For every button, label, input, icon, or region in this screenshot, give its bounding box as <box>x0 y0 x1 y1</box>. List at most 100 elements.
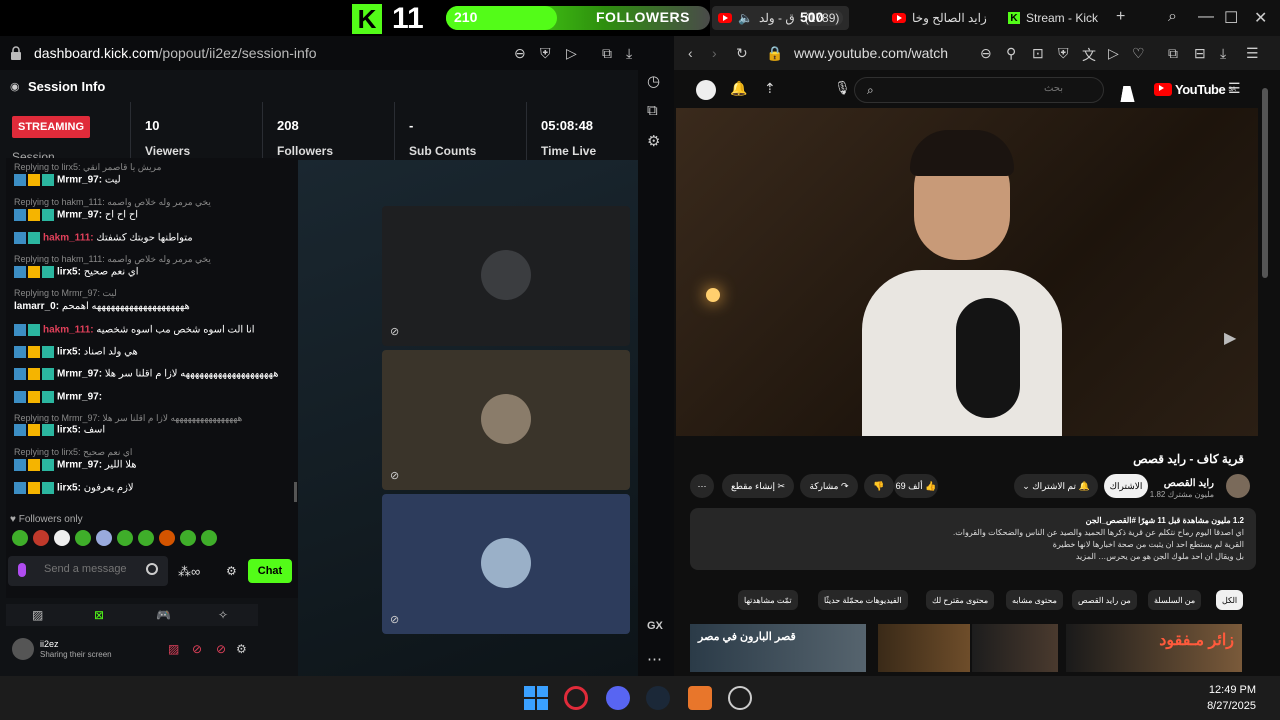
chat-username[interactable]: lirx5: <box>57 425 81 436</box>
like-button[interactable]: 69 ألف 👍 <box>894 474 938 498</box>
maximize-icon[interactable]: ☐ <box>1224 8 1238 28</box>
more-actions-button[interactable]: ⋯ <box>690 474 714 498</box>
video-description[interactable]: 1.2 مليون مشاهدة قبل 11 شهرًا #القصص_الج… <box>690 508 1256 570</box>
voice-search-icon[interactable]: 🎙 <box>834 80 851 96</box>
emote-icon[interactable] <box>54 530 70 546</box>
chat-tools-icon[interactable]: ⁂∞ <box>178 564 200 580</box>
gamepad-icon[interactable]: 🎮 <box>156 608 171 622</box>
chat-username[interactable]: hakm_111: <box>43 325 94 336</box>
emote-icon[interactable] <box>201 530 217 546</box>
extensions-icon[interactable]: ⧉ <box>1168 45 1178 62</box>
snapshot-icon[interactable]: ⊡ <box>1032 45 1044 62</box>
download-icon[interactable]: ⤓ <box>626 45 632 62</box>
heart-icon[interactable]: ♡ <box>1132 45 1145 62</box>
history-icon[interactable]: ◷ <box>647 72 660 90</box>
camera-muted-icon[interactable]: ▨ <box>168 642 179 656</box>
share-button[interactable]: مشاركة ↷ <box>800 474 858 498</box>
zoom-icon[interactable]: ⊖ <box>980 45 992 62</box>
chat-username[interactable]: hakm_111: <box>43 233 94 244</box>
mic-icon[interactable] <box>18 563 26 577</box>
guest-tile[interactable]: ⊘ <box>382 494 630 634</box>
channel-name[interactable]: رايد القصص <box>1164 478 1214 489</box>
extensions-icon[interactable]: ⧉ <box>647 102 658 119</box>
zoom-icon[interactable]: ⊖ <box>514 45 526 62</box>
emote-icon[interactable] <box>75 530 91 546</box>
search-input[interactable] <box>893 83 1063 94</box>
start-icon[interactable] <box>524 686 548 710</box>
notifications-icon[interactable]: 🔔 <box>730 80 747 97</box>
youtube-search[interactable]: ⌕ <box>854 77 1104 103</box>
mic-muted-icon[interactable]: ⊘ <box>192 642 202 656</box>
discord-icon[interactable] <box>606 686 630 710</box>
chat-username[interactable]: Mrmr_97: <box>57 175 102 186</box>
chip-all[interactable]: الكل <box>1216 590 1244 610</box>
chat-message-box[interactable] <box>8 556 168 586</box>
emote-icon[interactable] <box>96 530 112 546</box>
browser-tab-youtube-active[interactable]: 🔈 ق - ولد (1789) <box>712 6 850 30</box>
video-player[interactable]: ▶ <box>676 108 1258 436</box>
download-icon[interactable]: ⤓ <box>1220 45 1226 62</box>
forward-icon[interactable]: › <box>712 45 717 61</box>
more-icon[interactable]: ⋯ <box>647 650 662 668</box>
emote-icon[interactable] <box>138 530 154 546</box>
obs-icon[interactable] <box>728 686 752 710</box>
chat-message-input[interactable] <box>44 563 144 575</box>
chat-send-button[interactable]: Chat <box>248 559 292 583</box>
address-bar[interactable]: ‹ › ↻ 🔒 www.youtube.com/watch ⊖ ⚲ ⊡ ⛨ 文 … <box>674 36 1280 70</box>
extensions-icon[interactable]: ⧉ <box>602 45 612 62</box>
back-icon[interactable]: ‹ <box>688 45 693 61</box>
channel-avatar[interactable] <box>1226 474 1250 498</box>
video-thumbnail[interactable] <box>878 624 970 672</box>
wallet-icon[interactable]: ⊟ <box>1194 45 1206 62</box>
chat-scrollbar[interactable] <box>294 482 297 502</box>
chip-recommended[interactable]: محتوى مقترح لك <box>926 590 995 610</box>
close-icon[interactable]: ✕ <box>1254 8 1267 28</box>
emote-icon[interactable] <box>12 530 28 546</box>
browser-tab-youtube[interactable]: زايد الصالح وخا <box>886 6 993 30</box>
browser-tab-kick[interactable]: K Stream - Kick <box>1002 6 1104 30</box>
chat-settings-icon[interactable]: ⚙ <box>226 564 237 578</box>
chip-channel[interactable]: من رايد القصص <box>1072 590 1137 610</box>
chat-username[interactable]: lirx5: <box>57 483 81 494</box>
chat-username[interactable]: Mrmr_97: <box>57 210 102 221</box>
guest-tile[interactable]: ⊘ <box>382 350 630 490</box>
chat-username[interactable]: lirx5: <box>57 267 81 278</box>
send-icon[interactable]: ▷ <box>1108 45 1119 62</box>
emote-icon[interactable] <box>33 530 49 546</box>
chat-username[interactable]: Mrmr_97: <box>57 460 102 471</box>
minimize-icon[interactable]: — <box>1198 8 1214 26</box>
emote-icon[interactable] <box>159 530 175 546</box>
emote-icon[interactable] <box>117 530 133 546</box>
taskbar-date[interactable]: 8/27/2025 <box>1207 700 1256 712</box>
translate-icon[interactable]: 文 <box>1082 45 1096 65</box>
dislike-button[interactable]: 👎 <box>864 474 894 498</box>
video-thumbnail[interactable]: زائر مـفقود <box>1066 624 1242 672</box>
gx-label[interactable]: GX <box>647 620 663 632</box>
clip-button[interactable]: إنشاء مقطع ✂ <box>722 474 794 498</box>
opera-gx-icon[interactable] <box>564 686 588 710</box>
send-icon[interactable]: ▷ <box>566 45 577 62</box>
menu-icon[interactable]: ☰ <box>1228 80 1241 97</box>
video-thumbnail[interactable]: قصر البارون في مصر <box>690 624 866 672</box>
steam-icon[interactable] <box>646 686 670 710</box>
subscribe-button[interactable]: الاشتراك <box>1104 474 1148 498</box>
screen-share-icon[interactable]: ⊠ <box>94 608 104 622</box>
reload-icon[interactable]: ↻ <box>736 45 748 62</box>
subscribed-button[interactable]: ⌄ تم الاشتراك 🔔 <box>1014 474 1098 498</box>
chip-similar[interactable]: محتوى مشابه <box>1006 590 1063 610</box>
shield-icon[interactable]: ⛨ <box>540 45 551 62</box>
chat-username[interactable]: Mrmr_97: <box>57 392 102 403</box>
play-icon[interactable]: ▶ <box>1224 328 1236 348</box>
gear-icon[interactable]: ⚙ <box>236 642 247 656</box>
chip-recent[interactable]: الفيديوهات محمّلة حديثًا <box>818 590 908 610</box>
chip-watched[interactable]: تمّت مشاهدتها <box>738 590 798 610</box>
chat-username[interactable]: lirx5: <box>57 347 81 358</box>
address-bar[interactable]: dashboard.kick.com/popout/ii2ez/session-… <box>0 36 638 70</box>
gear-icon[interactable]: ⚙ <box>647 132 660 150</box>
camera-off-icon[interactable]: ▨ <box>32 608 43 622</box>
video-thumbnail[interactable] <box>972 624 1058 672</box>
upload-icon[interactable]: ⇡ <box>764 80 776 97</box>
page-scrollbar[interactable] <box>1262 88 1268 278</box>
guest-tile[interactable]: ⊘ <box>382 206 630 346</box>
emoji-icon[interactable] <box>146 563 158 575</box>
